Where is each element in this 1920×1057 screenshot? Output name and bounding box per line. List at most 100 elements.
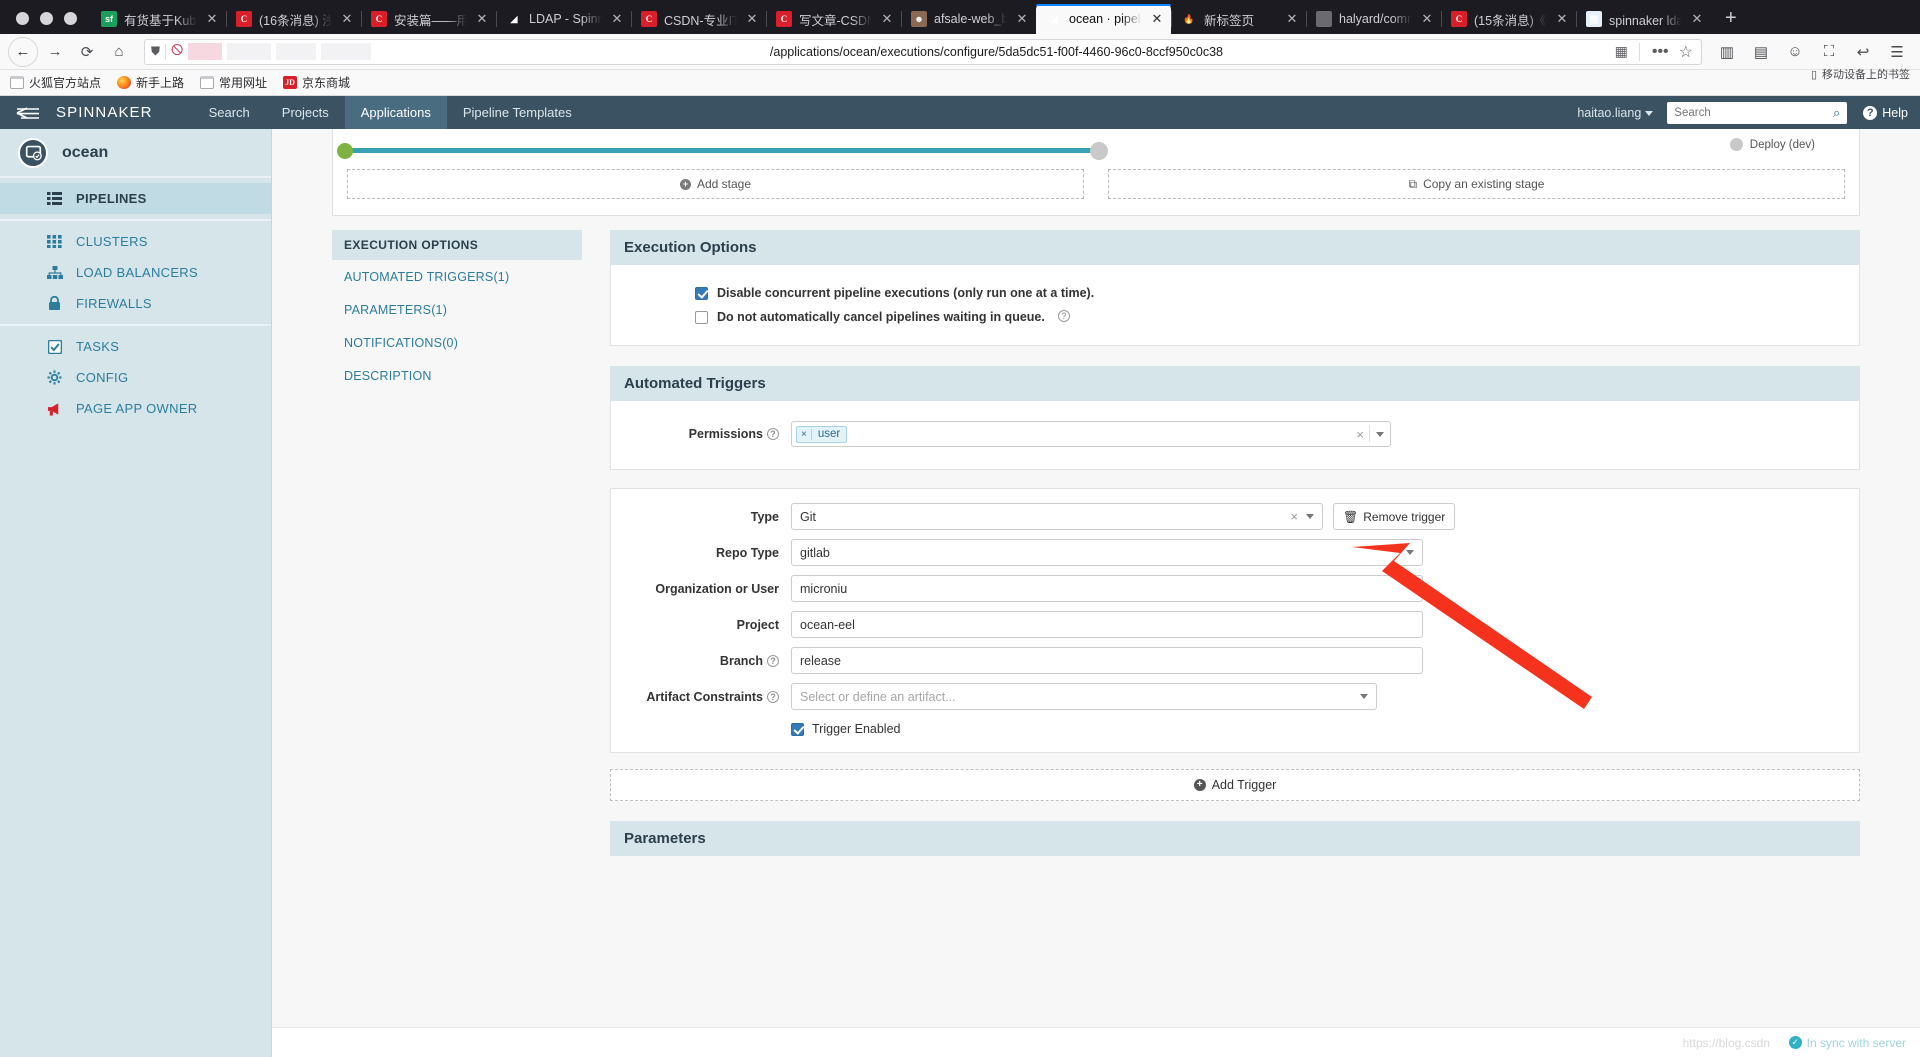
- nav-item-pipeline-templates[interactable]: Pipeline Templates: [447, 96, 588, 129]
- permissions-multiselect[interactable]: × user ×: [791, 421, 1391, 447]
- tab-close-icon[interactable]: ✕: [1284, 11, 1300, 27]
- artifact-constraints-select[interactable]: Select or define an artifact...: [791, 683, 1377, 710]
- tracking-protection-off-icon[interactable]: 🛇: [171, 41, 183, 62]
- copy-existing-stage-button[interactable]: ⧉ Copy an existing stage: [1108, 169, 1845, 199]
- browser-tab[interactable]: C 安装篇——用haly ✕: [361, 4, 496, 34]
- sidebar-toggle-icon[interactable]: ▤: [1746, 37, 1776, 67]
- bookmark-star-icon[interactable]: ☆: [1679, 42, 1693, 62]
- info-icon[interactable]: ?: [767, 428, 779, 440]
- tab-close-icon[interactable]: ✕: [474, 11, 490, 27]
- info-icon[interactable]: ?: [767, 690, 779, 703]
- config-nav-item-parameters[interactable]: PARAMETERS(1): [332, 293, 582, 326]
- chevron-down-icon[interactable]: [1306, 514, 1314, 519]
- back-button-icon[interactable]: ←: [8, 36, 38, 67]
- tab-close-icon[interactable]: ✕: [879, 11, 895, 27]
- permission-chip[interactable]: × user: [796, 425, 848, 443]
- browser-tab-active[interactable]: ◢ ocean · pipeline ✕: [1036, 4, 1171, 34]
- type-select[interactable]: Git ×: [791, 503, 1323, 530]
- browser-tab[interactable]: C CSDN-专业IT技术 ✕: [631, 4, 766, 34]
- extension-icon[interactable]: ⛶: [1814, 37, 1844, 67]
- library-icon[interactable]: ▥: [1712, 37, 1742, 67]
- window-controls[interactable]: [4, 12, 91, 34]
- forward-button-icon[interactable]: →: [40, 37, 70, 67]
- tab-close-icon[interactable]: ✕: [204, 11, 220, 27]
- chip-remove-icon[interactable]: ×: [797, 428, 812, 440]
- tab-close-icon[interactable]: ✕: [1419, 11, 1435, 27]
- browser-tab[interactable]: 🔥 新标签页 ✕: [1171, 4, 1306, 34]
- pipeline-graph[interactable]: Deploy (dev): [337, 138, 1845, 160]
- home-button-icon[interactable]: ⌂: [104, 37, 134, 67]
- config-nav-item-notifications[interactable]: NOTIFICATIONS(0): [332, 326, 582, 359]
- global-search-box[interactable]: ⌕: [1667, 101, 1848, 124]
- user-menu[interactable]: haitao.liang: [1577, 106, 1667, 120]
- remove-trigger-button[interactable]: 🗑 Remove trigger: [1333, 503, 1456, 530]
- repo-type-select[interactable]: gitlab: [791, 539, 1423, 566]
- do-not-cancel-row[interactable]: Do not automatically cancel pipelines wa…: [611, 305, 1859, 329]
- browser-tab[interactable]: C 写文章-CSDN博客 ✕: [766, 4, 901, 34]
- mobile-bookmarks-item[interactable]: ▯ 移动设备上的书签: [1811, 66, 1910, 82]
- bookmark-item[interactable]: 常用网址: [200, 74, 267, 91]
- disable-concurrent-checkbox[interactable]: [695, 287, 708, 300]
- nav-item-applications[interactable]: Applications: [344, 96, 447, 129]
- bookmark-item[interactable]: 火狐官方站点: [10, 74, 101, 91]
- sidebar-item-page-app-owner[interactable]: PAGE APP OWNER: [0, 393, 271, 424]
- tab-close-icon[interactable]: ✕: [339, 11, 355, 27]
- new-tab-button[interactable]: +: [1711, 8, 1751, 34]
- search-icon[interactable]: ⌕: [1833, 105, 1840, 121]
- tab-close-icon[interactable]: ✕: [609, 11, 625, 27]
- spinnaker-brand[interactable]: SPINNAKER: [56, 104, 193, 121]
- menu-toggle-button[interactable]: [0, 106, 56, 120]
- deploy-stage-node[interactable]: Deploy (dev): [1729, 138, 1815, 151]
- search-input[interactable]: [1674, 106, 1833, 119]
- sidebar-item-config[interactable]: CONFIG: [0, 362, 271, 393]
- do-not-cancel-checkbox[interactable]: [695, 311, 708, 324]
- sidebar-item-tasks[interactable]: TASKS: [0, 331, 271, 362]
- chevron-down-icon[interactable]: [1406, 550, 1414, 555]
- project-input[interactable]: ocean-eel: [791, 611, 1423, 638]
- info-icon[interactable]: ?: [767, 654, 779, 667]
- sidebar-item-load-balancers[interactable]: LOAD BALANCERS: [0, 257, 271, 288]
- info-icon[interactable]: ?: [1057, 310, 1070, 322]
- browser-tab[interactable]: C (16条消息) 浅拷贝 ✕: [226, 4, 361, 34]
- sidebar-item-pipelines[interactable]: PIPELINES: [0, 183, 271, 214]
- clear-selection-icon[interactable]: ×: [1356, 427, 1364, 442]
- nav-item-search[interactable]: Search: [193, 96, 266, 129]
- tab-close-icon[interactable]: ✕: [1014, 11, 1030, 27]
- nav-item-projects[interactable]: Projects: [266, 96, 345, 129]
- undo-icon[interactable]: ↩: [1848, 37, 1878, 67]
- minimize-window-button[interactable]: [40, 12, 53, 25]
- config-nav-item-description[interactable]: DESCRIPTION: [332, 359, 582, 392]
- trigger-enabled-checkbox[interactable]: [791, 723, 804, 736]
- browser-tab[interactable]: C (15条消息)《Spri ✕: [1441, 4, 1576, 34]
- browser-tab[interactable]: ◢ LDAP - Spinnaker ✕: [496, 4, 631, 34]
- tab-close-icon[interactable]: ✕: [1554, 11, 1570, 27]
- bookmark-item[interactable]: JD 京东商城: [283, 74, 350, 91]
- add-stage-button[interactable]: + Add stage: [347, 169, 1084, 199]
- reload-button-icon[interactable]: ⟳: [72, 37, 102, 67]
- branch-input[interactable]: release: [791, 647, 1423, 674]
- browser-tab[interactable]: 熊 spinnaker ldap_百 ✕: [1576, 4, 1711, 34]
- sidebar-item-clusters[interactable]: CLUSTERS: [0, 226, 271, 257]
- help-button[interactable]: ? Help: [1847, 105, 1908, 120]
- sidebar-item-firewalls[interactable]: FIREWALLS: [0, 288, 271, 319]
- clear-selection-icon[interactable]: ×: [1290, 509, 1298, 524]
- qr-code-icon[interactable]: ▦: [1615, 43, 1628, 60]
- tab-close-icon[interactable]: ✕: [744, 11, 760, 27]
- disable-concurrent-row[interactable]: Disable concurrent pipeline executions (…: [611, 281, 1859, 305]
- shield-icon[interactable]: ⛊: [151, 44, 160, 59]
- organization-input[interactable]: microniu: [791, 575, 1423, 602]
- chevron-down-icon[interactable]: [1376, 431, 1384, 437]
- app-menu-icon[interactable]: ☰: [1882, 37, 1912, 67]
- tab-close-icon[interactable]: ✕: [1689, 11, 1705, 27]
- trigger-enabled-row[interactable]: Trigger Enabled: [611, 722, 1859, 736]
- chevron-down-icon[interactable]: [1360, 694, 1368, 699]
- close-window-button[interactable]: [16, 12, 29, 25]
- maximize-window-button[interactable]: [64, 12, 77, 25]
- add-trigger-button[interactable]: + Add Trigger: [610, 769, 1860, 801]
- tab-close-icon[interactable]: ✕: [1149, 11, 1165, 27]
- bookmark-item[interactable]: 新手上路: [117, 74, 184, 91]
- url-bar[interactable]: ⛊ 🛇 /applications/ocean/executions/confi…: [144, 38, 1702, 65]
- browser-tab[interactable]: ☻ afsale-web_build ✕: [901, 4, 1036, 34]
- config-nav-item-automated-triggers[interactable]: AUTOMATED TRIGGERS(1): [332, 260, 582, 293]
- account-icon[interactable]: ☺: [1780, 37, 1810, 67]
